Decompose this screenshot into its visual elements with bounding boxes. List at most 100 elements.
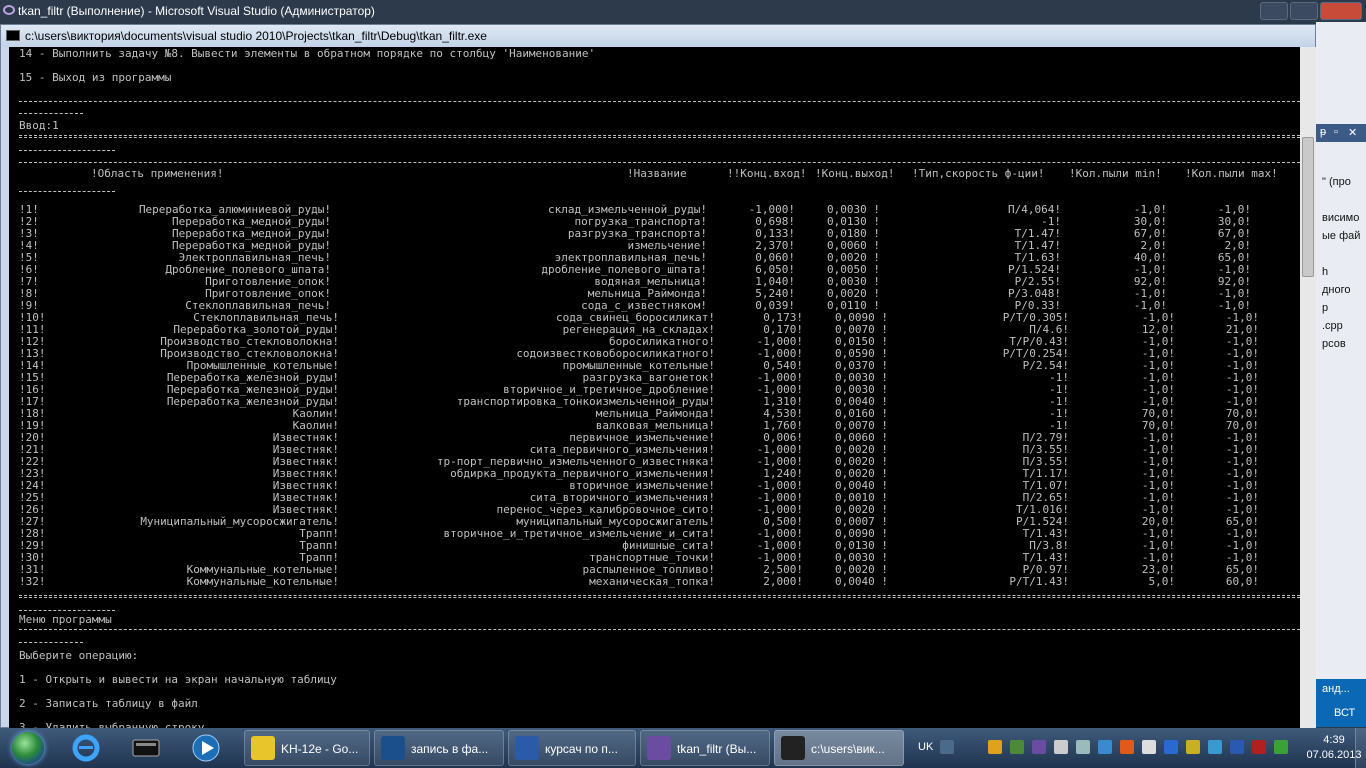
- table-row: !31! Коммунальные_котельные! распыленное_т…: [9, 563, 1300, 576]
- tray-app-icon[interactable]: [1142, 740, 1156, 754]
- table-row: !13! Производство_стекловолокна! содоизвес…: [9, 347, 1300, 360]
- vs-fragment: анд...: [1322, 683, 1350, 695]
- cell-0: !32!: [19, 575, 46, 588]
- taskbar-item[interactable]: запись в фа...: [374, 730, 504, 766]
- console-title-bar: c:\users\виктория\documents\visual studi…: [1, 25, 1315, 47]
- table-row: !5! Электроплавильная_печь! электроплавиль…: [9, 251, 1300, 264]
- clock-time: 4:39: [1323, 734, 1345, 746]
- vs-window-title: tkan_filtr (Выполнение) - Microsoft Visu…: [18, 4, 375, 18]
- table-row: !23! Известняк! обдирка_продукта_первичног…: [9, 467, 1300, 480]
- tray-app-icon[interactable]: [1098, 740, 1112, 754]
- divider: [19, 642, 83, 643]
- table-row: !22! Известняк! тр-порт_первично_измельчен…: [9, 455, 1300, 468]
- tray-app-icon[interactable]: [988, 740, 1002, 754]
- system-tray: UK 4:39 07.06.2013: [912, 728, 1366, 768]
- vs-panel-header: ᵽ ▫ ✕: [1316, 124, 1366, 142]
- choose-operation: Выберите операцию:: [19, 649, 139, 662]
- table-row: !28! Трапп! вторичное_и_третичное_измельче…: [9, 527, 1300, 540]
- console-scrollbar[interactable]: [1300, 47, 1316, 728]
- show-desktop-button[interactable]: [1355, 728, 1366, 768]
- keyboard-app-icon[interactable]: [130, 732, 162, 764]
- table-row: !27! Муниципальный_мусоросжигатель! муници…: [9, 515, 1300, 528]
- vs-fragment: рсов: [1322, 338, 1346, 350]
- minimize-button[interactable]: [1260, 2, 1288, 20]
- bluetooth-icon[interactable]: [1164, 740, 1178, 754]
- tray-app-icon[interactable]: [1032, 740, 1046, 754]
- table-row: !30! Трапп! транспортные_точки! -1,000! 0,00…: [9, 551, 1300, 564]
- vs-window-controls: [1258, 2, 1362, 20]
- divider: [19, 595, 1300, 598]
- vs-status-bar: анд... ВСТ: [1316, 679, 1366, 727]
- menu-line: 15 - Выход из программы: [19, 71, 172, 84]
- internet-explorer-icon[interactable]: [70, 732, 102, 764]
- cell-1: Коммунальные_котельные!: [186, 575, 339, 588]
- table-row: !10! Стеклоплавильная_печь! сода_свинец_бо…: [9, 311, 1300, 324]
- tray-app-icon[interactable]: [1274, 740, 1288, 754]
- table-row: !18! Каолин! мельница_Раймонда! 4,530! 0,016…: [9, 407, 1300, 420]
- language-indicator[interactable]: UK: [918, 741, 933, 753]
- table-row: !32! Коммунальные_котельные! механическая_…: [9, 575, 1300, 588]
- pin-icon[interactable]: ᵽ: [1320, 126, 1326, 138]
- table-row: !15! Переработка_железной_руды! разгрузка_…: [9, 371, 1300, 384]
- vs-title-bar: tkan_filtr (Выполнение) - Microsoft Visu…: [0, 0, 1366, 22]
- chrome-icon: [251, 736, 275, 760]
- visual-studio-icon: [647, 736, 671, 760]
- table-row: !25! Известняк! сита_вторичного_измельчени…: [9, 491, 1300, 504]
- clock[interactable]: 4:39 07.06.2013: [1306, 734, 1362, 761]
- start-button[interactable]: [4, 730, 52, 766]
- divider: [19, 162, 1300, 163]
- taskbar-item[interactable]: c:\users\вик...: [774, 730, 904, 766]
- header-dust_max: !Кол.пыли max!: [1185, 167, 1278, 180]
- table-row: !29! Трапп! финишные_сита! -1,000! 0,0130 ! П…: [9, 539, 1300, 552]
- header-type_speed: !Тип,скорость ф-ции!: [912, 167, 1045, 180]
- divider: [19, 150, 115, 151]
- table-row: !14! Промышленные_котельные! промышленные_…: [9, 359, 1300, 372]
- tray-app-icon[interactable]: [1120, 740, 1134, 754]
- table-row: !2! Переработка_медной_руды! погрузка_тран…: [9, 215, 1300, 228]
- vs-fragment: " (про: [1322, 176, 1351, 188]
- vs-fragment: ые фай: [1322, 230, 1361, 242]
- console-icon: [6, 30, 20, 41]
- divider: [19, 610, 115, 611]
- vs-fragment: дного: [1322, 284, 1351, 296]
- taskbar-item[interactable]: KH-12e - Go...: [244, 730, 370, 766]
- console-output[interactable]: 14 - Выполнить задачу №8. Вывести элемен…: [9, 47, 1300, 728]
- taskbar: KH-12e - Go... запись в фа... курсач по п.…: [0, 728, 1366, 768]
- cell-7: 60,0!: [1225, 575, 1259, 588]
- tray-app-icon[interactable]: [1010, 740, 1024, 754]
- cell-3: 2,000!: [763, 575, 803, 588]
- network-icon[interactable]: [1076, 740, 1090, 754]
- table-row: !24! Известняк! вторичное_измельчение! -1,0…: [9, 479, 1300, 492]
- table-row: !12! Производство_стекловолокна! боросилик…: [9, 335, 1300, 348]
- tray-app-icon[interactable]: [1230, 740, 1244, 754]
- close-button[interactable]: [1320, 2, 1362, 20]
- photoshop-icon: [381, 736, 405, 760]
- windows-logo-icon: [12, 732, 44, 764]
- header-conc_out: !Конц.выход!: [815, 167, 895, 180]
- console-window-title: c:\users\виктория\documents\visual studi…: [25, 29, 487, 43]
- tray-app-icon[interactable]: [1252, 740, 1266, 754]
- taskbar-item[interactable]: курсач по п...: [508, 730, 636, 766]
- vs-fragment: висимо: [1322, 212, 1360, 224]
- menu-line: 14 - Выполнить задачу №8. Вывести элемен…: [19, 47, 596, 60]
- taskbar-item[interactable]: tkan_filtr (Вы...: [640, 730, 770, 766]
- media-player-icon[interactable]: [190, 732, 222, 764]
- cell-6: 5,0!: [1148, 575, 1176, 588]
- close-icon[interactable]: ✕: [1348, 126, 1357, 139]
- restore-icon[interactable]: ▫: [1334, 126, 1338, 138]
- taskbar-item-label: c:\users\вик...: [811, 742, 885, 756]
- cell-5: Р/Т/1.43!: [1009, 575, 1069, 588]
- menu-item: 1 - Открыть и вывести на экран начальную…: [19, 673, 337, 686]
- taskbar-item-label: курсач по п...: [545, 742, 618, 756]
- tray-app-icon[interactable]: [1186, 740, 1200, 754]
- tray-app-icon[interactable]: [1208, 740, 1222, 754]
- maximize-button[interactable]: [1290, 2, 1318, 20]
- table-row: !16! Переработка_железной_руды! вторичное_…: [9, 383, 1300, 396]
- keyboard-icon[interactable]: [940, 740, 954, 754]
- insert-mode-indicator: ВСТ: [1334, 707, 1356, 719]
- scrollbar-thumb[interactable]: [1302, 137, 1314, 277]
- vs-background-panel: ᵽ ▫ ✕ " (про висимо ые фай h дного р .cp…: [1316, 22, 1366, 727]
- volume-icon[interactable]: [1054, 740, 1068, 754]
- vs-fragment: .cpp: [1322, 320, 1343, 332]
- taskbar-item-label: запись в фа...: [411, 742, 489, 756]
